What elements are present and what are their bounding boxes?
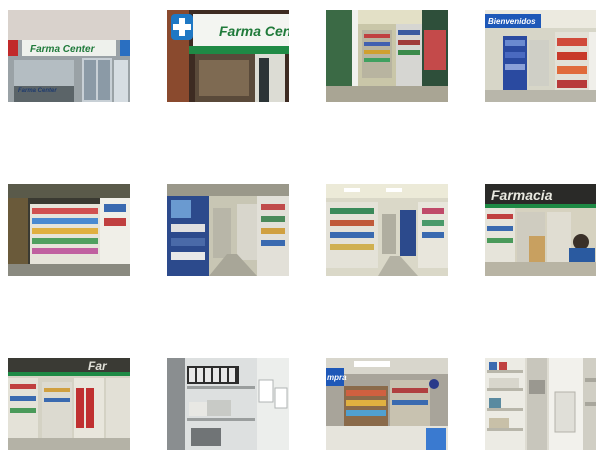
thumbnail-long-aisle[interactable] — [326, 184, 448, 276]
thumbnail-aisle-entrance[interactable] — [326, 10, 448, 102]
aisle-entrance-photo — [326, 10, 448, 102]
pharmacy-counter-photo: Farmacia — [485, 184, 596, 276]
aisle-welcome-sign-photo: Bienvenidos — [485, 10, 596, 102]
pharmacy-aisle-photo — [167, 184, 289, 276]
thumbnail-pharmacy-aisle[interactable] — [167, 184, 289, 276]
sign-farma-center: Farma Center — [219, 23, 289, 39]
thumbnail-pharmacy-shelves[interactable]: Far — [8, 358, 130, 450]
thumbnail-gallery: Farma Center Farma Center Farma Center — [0, 0, 596, 450]
long-aisle-photo — [326, 184, 448, 276]
display-shelves-photo — [8, 184, 130, 276]
thumbnail-storefront[interactable]: Farma Center Farma Center — [8, 10, 130, 102]
sign-far: Far — [88, 359, 108, 373]
sign-compra: mpra — [327, 373, 347, 382]
sign-farma-center-lower: Farma Center — [18, 88, 57, 94]
sign-farma-center: Farma Center — [30, 44, 96, 55]
storage-room-photo — [167, 358, 289, 450]
thumbnail-back-shelves[interactable] — [485, 358, 596, 450]
thumbnail-pharmacy-counter[interactable]: Farmacia — [485, 184, 596, 276]
storefront-photo: Farma Center Farma Center — [8, 10, 130, 102]
checkout-area-photo: mpra — [326, 358, 448, 450]
store-entrance-photo: Farma Center — [167, 10, 289, 102]
thumbnail-store-entrance[interactable]: Farma Center — [167, 10, 289, 102]
pharmacy-shelves-photo: Far — [8, 358, 130, 450]
thumbnail-checkout-area[interactable]: mpra — [326, 358, 448, 450]
sign-farmacia: Farmacia — [491, 187, 553, 203]
thumbnail-aisle-welcome-sign[interactable]: Bienvenidos — [485, 10, 596, 102]
thumbnail-display-shelves[interactable] — [8, 184, 130, 276]
thumbnail-storage-room[interactable] — [167, 358, 289, 450]
back-shelves-photo — [485, 358, 596, 450]
sign-bienvenidos: Bienvenidos — [488, 17, 536, 26]
